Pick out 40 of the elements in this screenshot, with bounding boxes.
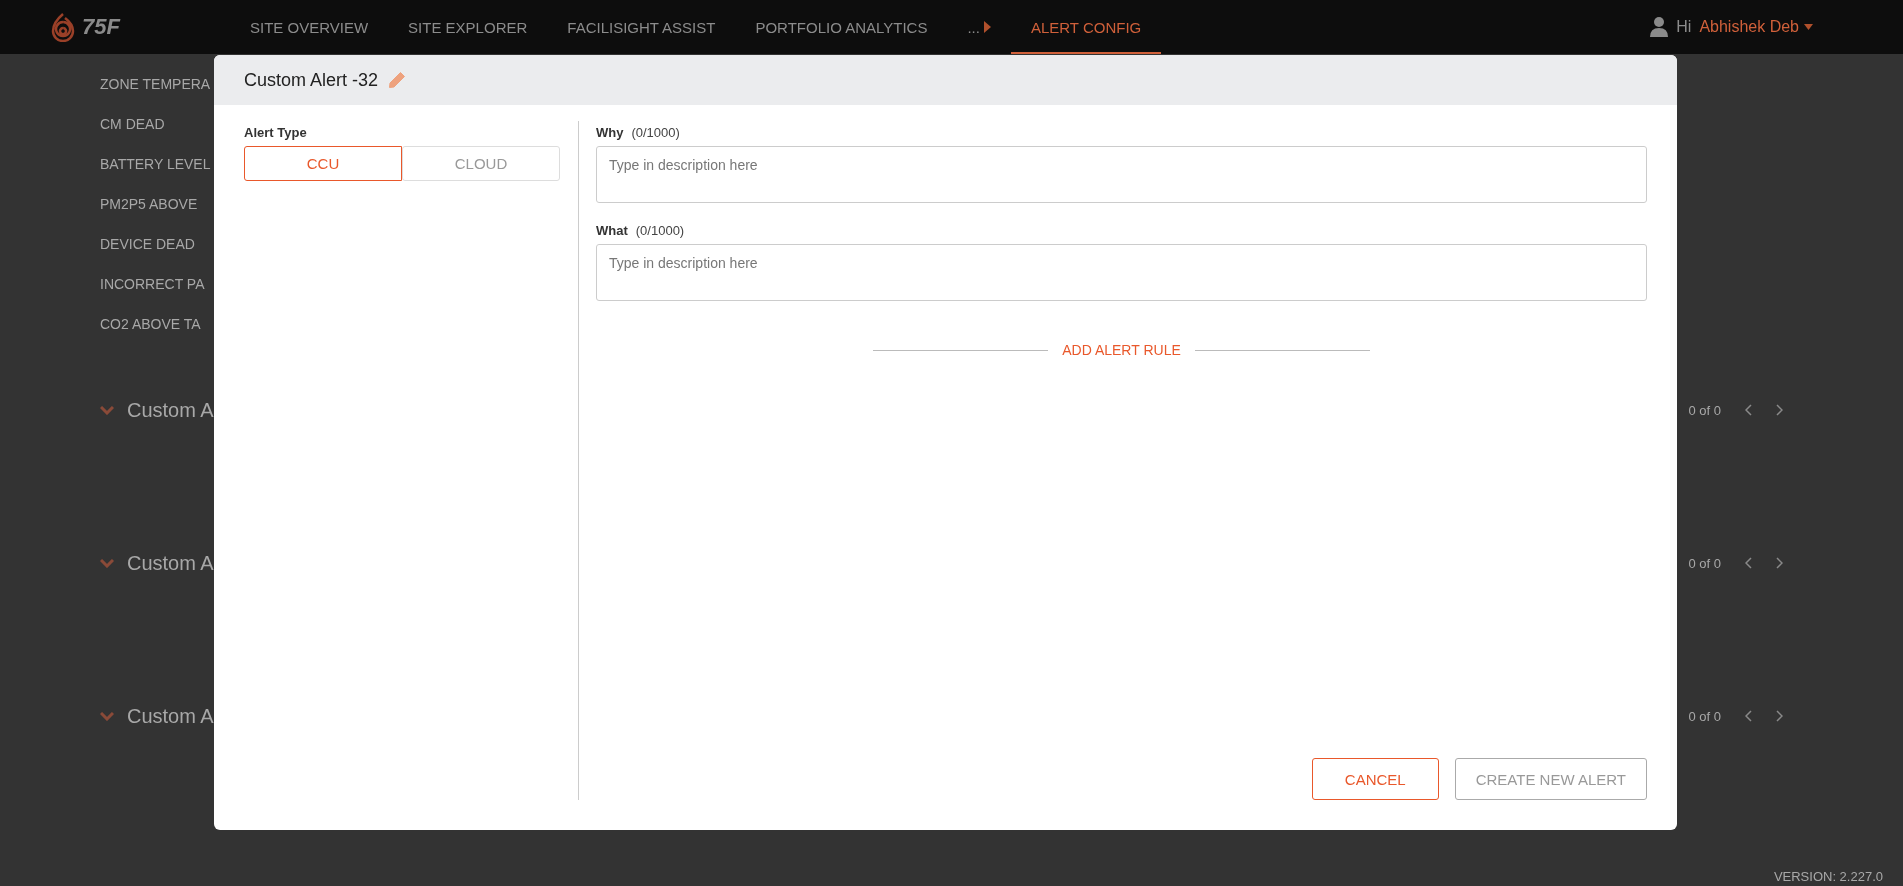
logo-text: 75F (82, 14, 120, 40)
chevron-down-icon[interactable] (100, 405, 114, 415)
flame-logo-icon (50, 12, 76, 42)
nav-tab[interactable]: SITE OVERVIEW (230, 0, 389, 54)
user-icon (1650, 17, 1669, 37)
next-icon[interactable] (1776, 710, 1783, 722)
nav-tab[interactable]: PORTFOLIO ANALYTICS (735, 0, 948, 54)
alert-type-tab[interactable]: CLOUD (402, 146, 560, 181)
pager-count: 0 of 0 (1688, 402, 1721, 418)
previous-icon[interactable] (1745, 557, 1752, 569)
previous-icon[interactable] (1745, 710, 1752, 722)
section-title: Custom A (127, 398, 214, 422)
next-icon[interactable] (1776, 557, 1783, 569)
pager-count: 0 of 0 (1688, 555, 1721, 571)
chevron-down-icon[interactable] (100, 711, 114, 721)
description-field[interactable]: Type in description here (596, 244, 1647, 301)
field-label: Why (596, 125, 624, 140)
nav-tab[interactable]: SITE EXPLORER (388, 0, 548, 54)
next-icon[interactable] (1776, 404, 1783, 416)
caret-icon (1804, 24, 1813, 30)
field-label: Alert Type (244, 125, 308, 140)
greeting-text: Hi (1676, 18, 1692, 36)
section-title: Custom A (127, 551, 214, 575)
more-menu-link[interactable]: ... (947, 0, 1011, 54)
character-counter: (0/1000) (635, 223, 685, 238)
chevron-down-icon[interactable] (100, 558, 114, 568)
character-counter: (0/1000) (631, 125, 680, 140)
triangle-right-icon (983, 21, 991, 33)
dialog-title: Custom Alert -32 (244, 69, 379, 91)
add-alert-rule-link[interactable]: ADD ALERT RULE (1062, 342, 1181, 358)
previous-icon[interactable] (1745, 404, 1752, 416)
user-menu[interactable]: Abhishek Deb (1699, 18, 1813, 36)
version-text: VERSION: 2.227.0 (1773, 869, 1883, 884)
description-field[interactable]: Type in description here (596, 146, 1647, 203)
dialog-button[interactable]: CANCEL (1311, 758, 1439, 800)
nav-tab[interactable]: FACILISIGHT ASSIST (547, 0, 736, 54)
alert-type-tab[interactable]: CCU (244, 146, 402, 181)
pager-count: 0 of 0 (1688, 708, 1721, 724)
section-title: Custom A (127, 704, 214, 728)
field-label: What (596, 223, 628, 238)
